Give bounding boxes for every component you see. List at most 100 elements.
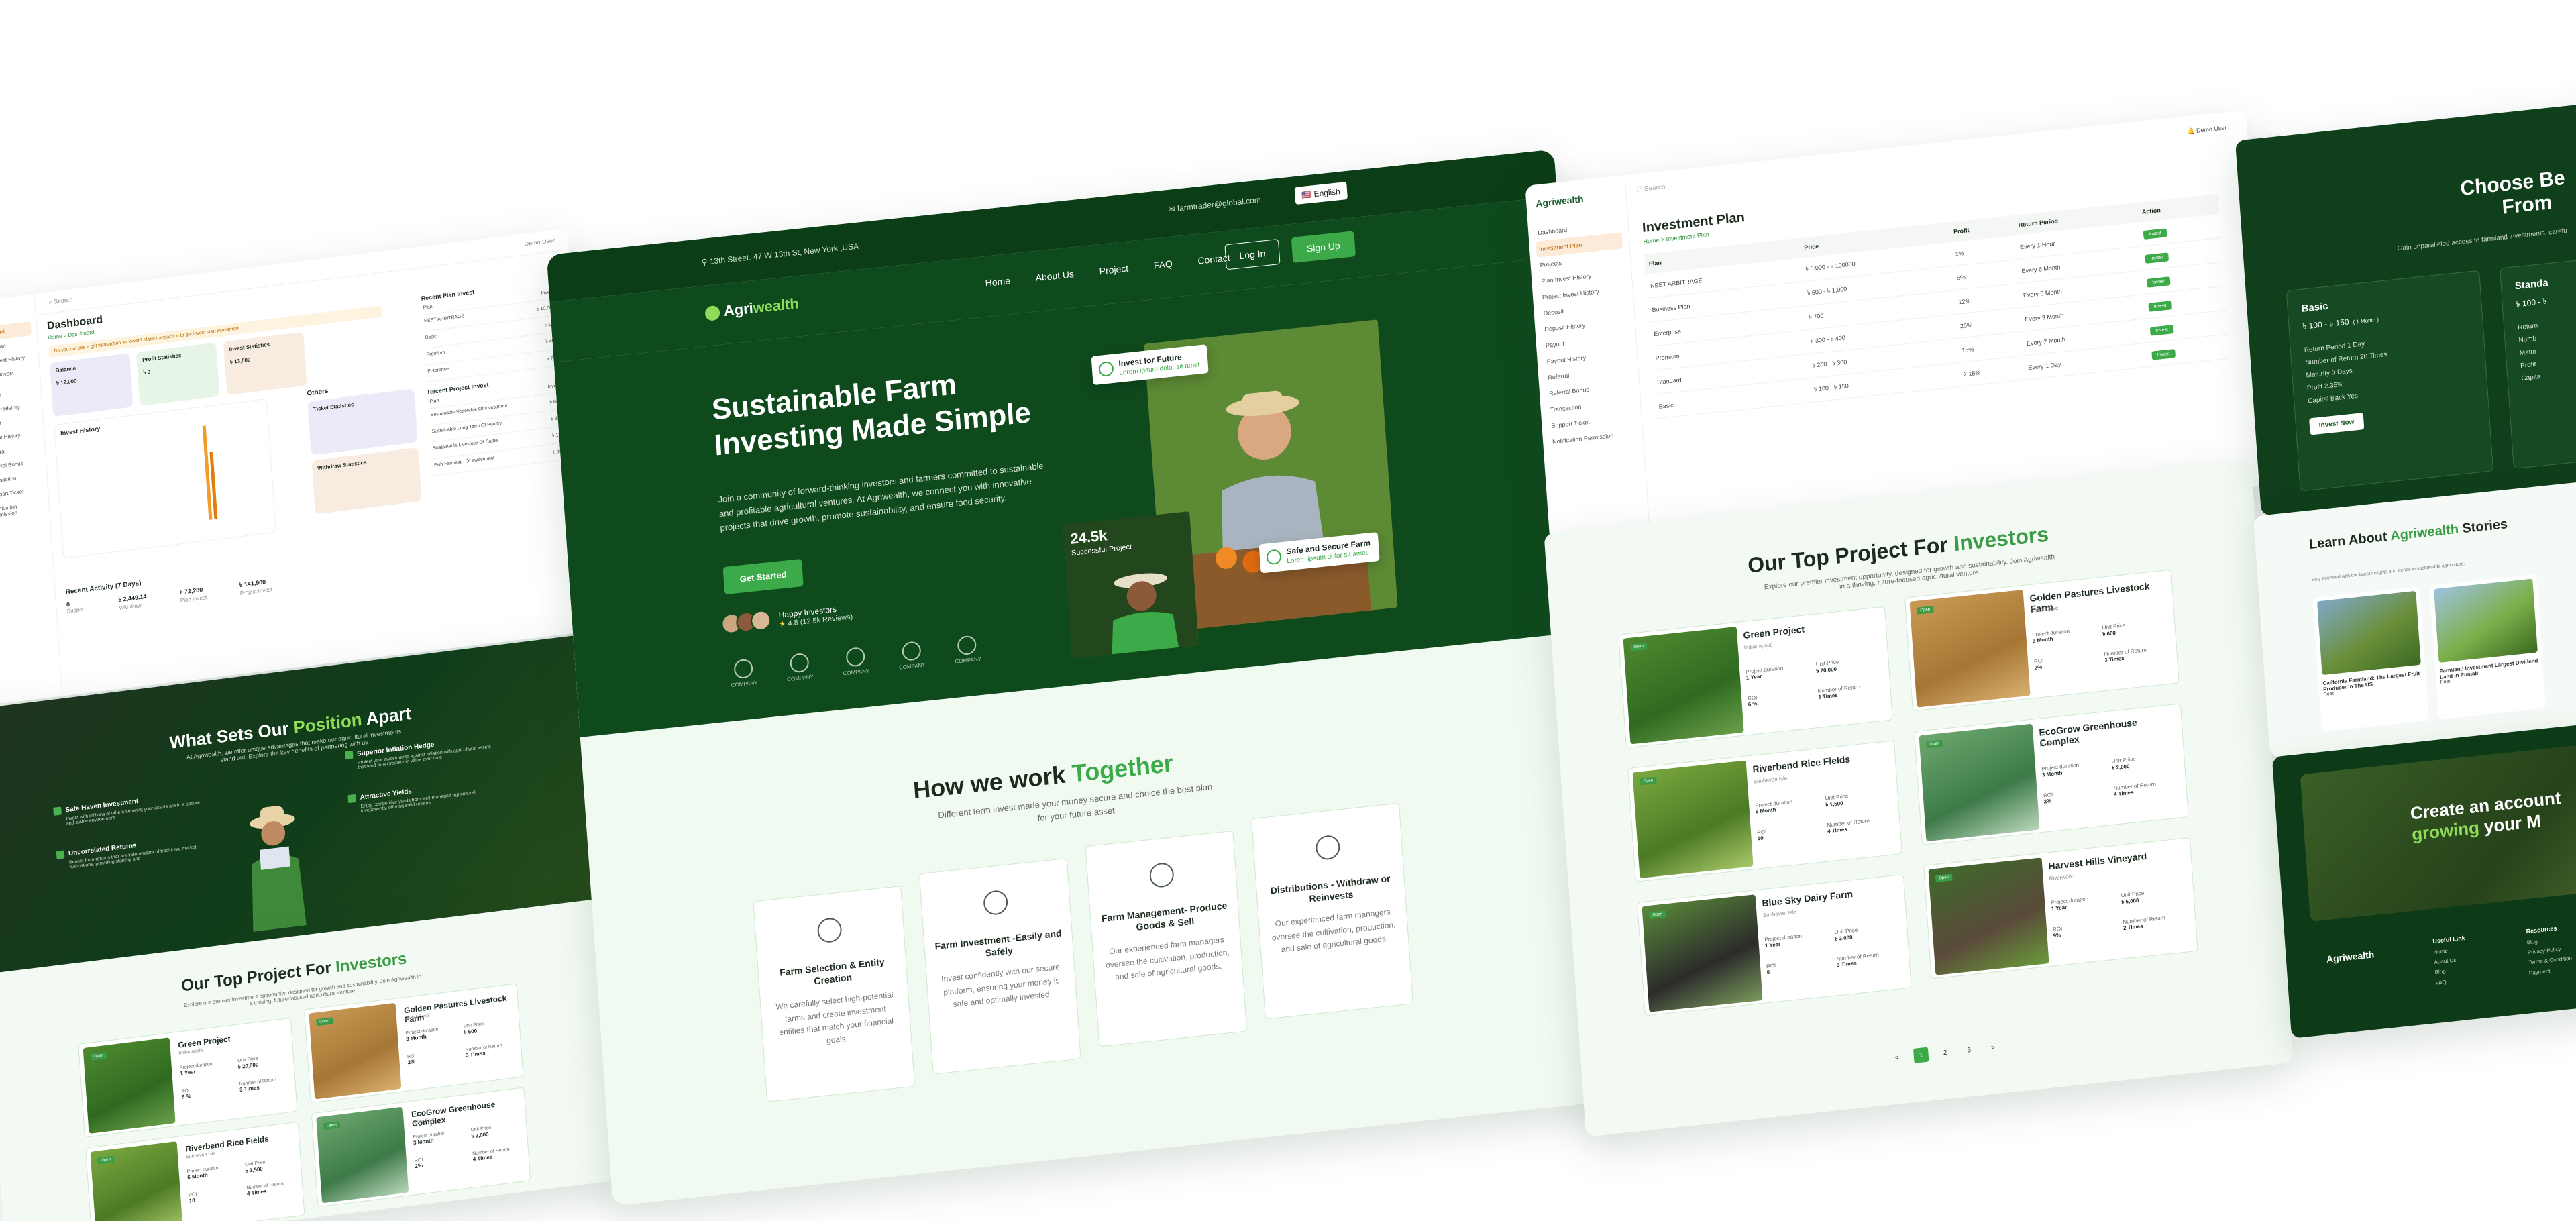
invest-button[interactable]: Invest [2146,276,2171,288]
invest-button[interactable]: Invest [2143,227,2167,240]
search-input[interactable]: Search [54,296,73,305]
project-stat: Number of Return 4 Times [246,1181,284,1197]
read-button[interactable]: Read [2440,679,2452,685]
invest-button[interactable]: Invest [2145,252,2169,264]
partner-logo: COMPANY [786,652,814,682]
project-card[interactable]: Open Riverbend Rice Fields Sunhaven Isle Pr… [85,1121,305,1221]
bell-icon[interactable]: 🔔 [2187,127,2196,135]
login-button[interactable]: Log In [1224,239,1281,270]
user-menu[interactable]: 🔔 Demo User [2187,124,2227,136]
project-stat: Number of Return 3 Times [1836,951,1880,968]
title-highlight: Together [1071,749,1174,788]
language-select[interactable]: 🇺🇸 English [1294,182,1348,205]
page-button[interactable]: 2 [1937,1045,1953,1061]
company-icon [957,635,977,656]
nav-link[interactable]: About Us [1035,268,1074,283]
project-stat: Number of Return 3 Times [1817,684,1861,700]
step-icon [1148,861,1175,889]
project-card[interactable]: Open Harvest Hills Vineyard Riverwood Proje… [1923,837,2198,979]
stat-value: ৳ 6,000 [2121,897,2139,906]
farmer-image [250,806,307,932]
page-button[interactable]: > [1985,1039,2000,1055]
footer-logo[interactable]: Agriwealth [2326,949,2374,964]
step-title: Distributions - Withdraw or Reinvests [1270,872,1391,904]
project-name: EcoGrow Greenhouse Complex [411,1099,496,1129]
stat-value: ৳ 0 [143,368,151,376]
chart-title: Invest History [60,425,101,437]
flag-icon: 🇺🇸 [1301,189,1315,201]
page-button[interactable]: 1 [1913,1047,1929,1063]
stat-label: Balance [55,365,76,374]
project-image: Open [316,1106,409,1204]
cell: Enterprise [427,366,449,374]
partner-logo: COMPANY [841,646,870,676]
step-desc: Our experienced farm managers oversee th… [1105,935,1230,982]
stat-value: ৳ 2,000 [471,1131,489,1140]
project-stat: Unit Price ৳ 3,000 [1834,927,1858,945]
email-link[interactable]: ✉ farmtrader@global.com [1168,195,1261,213]
dashboard-panel: DashboardInvest PlanPlan Invest HistoryP… [0,228,596,704]
search-input[interactable]: ☰ Search [1636,183,1666,194]
project-card[interactable]: Open Green Project Indianapolis Project dur… [78,1017,298,1138]
project-card[interactable]: Open Riverbend Rice Fields Sunhaven Isle Pr… [1627,740,1902,882]
ticket-stat-card: Ticket Statistics [307,388,418,456]
others-section: Others Ticket Statistics Withdraw Statis… [307,377,422,519]
stat-label: Invest Statistics [229,341,270,353]
status-badge: Open [323,1121,341,1130]
invest-button[interactable]: Invest [2148,300,2172,312]
stat-value: 10 [189,1197,195,1204]
stat-value: 10 [1757,835,1764,842]
check-icon [53,806,62,816]
project-card[interactable]: Open Green Project Indianapolis Project dur… [1618,606,1893,749]
stat-label: Profit Statistics [142,352,182,364]
stat-value: ৳ 3,000 [1835,934,1853,943]
process-step-card: Farm Management- Produce Goods & Sell Our… [1085,830,1248,1047]
user-menu[interactable]: Demo User [524,237,555,248]
nav-link[interactable]: FAQ [1153,258,1173,271]
project-stat: ROI 2% [407,1054,416,1066]
status-badge: Open [1926,739,1943,749]
project-card[interactable]: Open Golden Pastures Livestock Farm Canal … [1904,569,2180,712]
logo-text: Agri [723,299,754,320]
project-card[interactable]: Open EcoGrow Greenhouse Complex Azure Fall… [311,1087,531,1208]
stat-value: 2% [2034,663,2043,671]
project-stat: Project duration 1 Year [1746,665,1784,681]
user-name: Demo User [2196,124,2227,134]
sidebar-item[interactable]: Notification Permission [0,496,44,523]
stat-value: 2% [415,1162,423,1170]
brand-logo[interactable]: Agriwealth [704,295,800,322]
invest-button[interactable]: Invest [2151,348,2176,360]
story-card[interactable]: Farmland Investment Largest Dividend Lan… [2429,574,2546,720]
stat-value: ৳ 600 [464,1028,478,1036]
check-icon [347,794,357,804]
create-account-section: Create an account growing your M Agriweal… [2271,719,2576,1039]
address-text: ⚲ 13th Street. 47 W 13th St, New York ,U… [701,241,859,268]
status-badge: Open [90,1051,107,1061]
nav-link[interactable]: Project [1099,263,1128,277]
stat-value: ৳ 13,000 [229,356,251,366]
read-button[interactable]: Read [2323,691,2334,697]
page-button[interactable]: 3 [1962,1042,1977,1058]
invest-button[interactable]: Invest [2149,324,2174,336]
nav-link[interactable]: Home [985,275,1010,288]
project-stat: Project duration 6 Month [186,1166,220,1181]
project-card[interactable]: Open EcoGrow Greenhouse Complex Azure Fall… [1914,703,2189,845]
project-stat: Project duration 1 Year [1764,933,1803,949]
signup-button[interactable]: Sign Up [1291,231,1356,263]
cell: Plan [429,398,439,405]
footer-column-title: Resources [2526,924,2557,935]
project-stat: Unit Price ৳ 2,000 [471,1126,492,1142]
recent-plan-invest: Recent Plan Invest Plan Invest NEET ARBITR… [421,278,567,476]
step-desc: We carefully select high-potential farms… [775,990,894,1045]
process-step-card: Distributions - Withdraw or Reinvests Our… [1251,802,1413,1020]
project-card[interactable]: Open Blue Sky Dairy Farm Sunhaven Isle Proj… [1637,873,1912,1016]
project-name: Blue Sky Dairy Farm [1761,888,1854,909]
status-badge: Open [316,1017,333,1026]
page-button[interactable]: < [1889,1049,1904,1065]
project-image: Open [309,1002,402,1100]
project-stat: Unit Price ৳ 20,000 [1815,659,1839,676]
project-card[interactable]: Open Golden Pastures Livestock Farm Canal … [303,983,524,1104]
story-card[interactable]: California Farmland: The Largest Fruit P… [2312,586,2429,732]
menu-icon[interactable]: ☰ [1636,185,1644,194]
invest-now-button[interactable]: Invest Now [2309,413,2365,435]
